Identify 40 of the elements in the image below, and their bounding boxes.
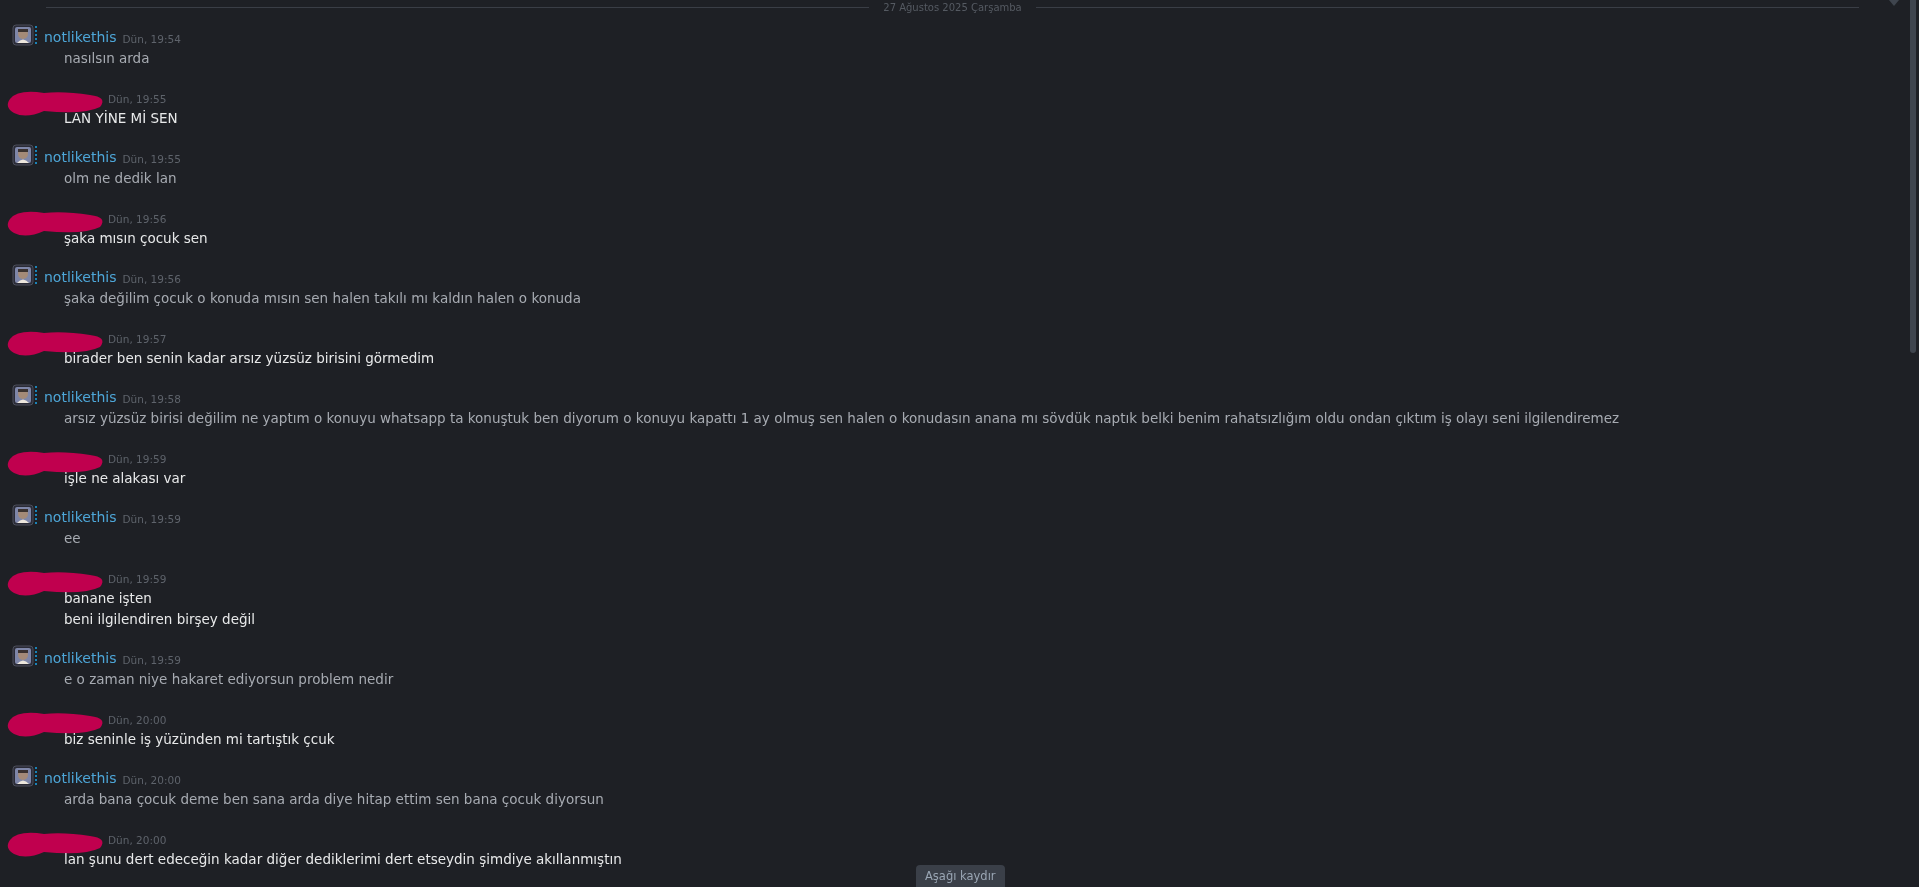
- message-time: Dün, 19:59: [108, 572, 167, 585]
- message-time: Dün, 19:57: [108, 332, 167, 345]
- message-text: banane işten: [63, 589, 153, 608]
- message-text: ee: [63, 529, 82, 548]
- message-time: Dün, 19:59: [122, 653, 181, 666]
- message-time: Dün, 20:00: [122, 773, 181, 786]
- message-text: biz seninle iş yüzünden mi tartıştık çcuk: [63, 730, 336, 749]
- message-time: Dün, 19:59: [108, 452, 167, 465]
- caret-icon[interactable]: [1889, 0, 1899, 6]
- author-name[interactable]: notlikethis: [44, 29, 117, 45]
- message-time: Dün, 19:55: [122, 152, 181, 165]
- date-divider: 27 Ağustos 2025 Çarşamba: [883, 1, 1022, 13]
- message-time: Dün, 19:55: [108, 92, 167, 105]
- scroll-down-button[interactable]: Aşağı kaydır: [916, 865, 1005, 887]
- message-text: LAN YİNE Mİ SEN: [63, 109, 179, 128]
- message-text: olm ne dedik lan: [63, 169, 178, 188]
- message-text: birader ben senin kadar arsız yüzsüz birisini görmedim: [63, 349, 436, 368]
- message-text: lan şunu dert edeceğin kadar diğer dediklerimi dert etseydin şimdiye akıllanmıştın: [63, 850, 623, 869]
- author-name[interactable]: notlikethis: [44, 650, 117, 666]
- message-text: şaka değilim çocuk o konuda mısın sen halen takılı mı kaldın halen o konuda: [63, 289, 582, 308]
- message-text: arsız yüzsüz birisi değilim ne yaptım o konuyu whatsapp ta konuştuk ben diyorum o konuyu kapattı 1 ay olmuş sen halen o konudasın anana mı sövdük naptık belki benim rahatsızlığım oldu ondan çıktım iş olayı seni ilgilendiremez: [63, 409, 1621, 428]
- message-time: Dün, 19:59: [122, 512, 181, 525]
- message-time: Dün, 20:00: [108, 713, 167, 726]
- message-text: beni ilgilendiren birşey değil: [63, 610, 257, 629]
- author-name[interactable]: notlikethis: [44, 770, 117, 786]
- message-time: Dün, 19:58: [122, 392, 181, 405]
- message-text: e o zaman niye hakaret ediyorsun problem nedir: [63, 670, 395, 689]
- message-text: arda bana çocuk deme ben sana arda diye hitap ettim sen bana çocuk diyorsun: [63, 790, 605, 809]
- author-name[interactable]: notlikethis: [44, 389, 117, 405]
- author-name[interactable]: notlikethis: [44, 149, 117, 165]
- message-text: nasılsın arda: [63, 49, 151, 68]
- scrollbar-thumb[interactable]: [1910, 0, 1916, 353]
- message-time: Dün, 19:54: [122, 32, 181, 45]
- message-time: Dün, 19:56: [122, 272, 181, 285]
- message-time: Dün, 20:00: [108, 833, 167, 846]
- author-name[interactable]: notlikethis: [44, 509, 117, 525]
- message-text: işle ne alakası var: [63, 469, 187, 488]
- author-name[interactable]: notlikethis: [44, 269, 117, 285]
- message-text: şaka mısın çocuk sen: [63, 229, 209, 248]
- message-time: Dün, 19:56: [108, 212, 167, 225]
